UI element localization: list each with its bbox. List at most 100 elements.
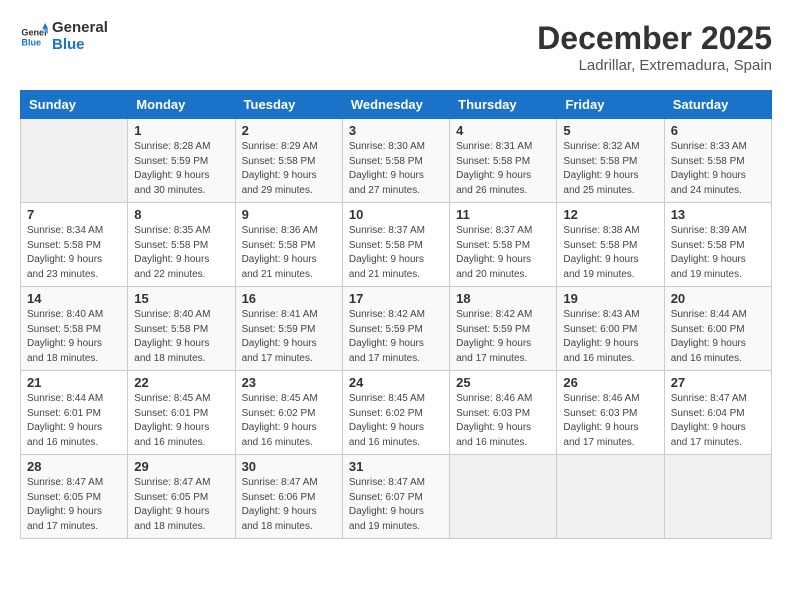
title-area: December 2025 Ladrillar, Extremadura, Sp…	[537, 20, 772, 74]
day-number: 31	[349, 459, 443, 474]
calendar-cell: 18 Sunrise: 8:42 AMSunset: 5:59 PMDayligh…	[450, 287, 557, 371]
calendar-week-row: 21Sunrise: 8:44 AMSunset: 6:01 PMDayligh…	[21, 371, 772, 455]
calendar-week-row: 1 Sunrise: 8:28 AMSunset: 5:59 PMDaylight…	[21, 119, 772, 203]
calendar-cell	[21, 119, 128, 203]
calendar-cell: 12 Sunrise: 8:38 AMSunset: 5:58 PMDayligh…	[557, 203, 664, 287]
calendar-cell: 6 Sunrise: 8:33 AMSunset: 5:58 PMDaylight…	[664, 119, 771, 203]
day-info: Sunrise: 8:37 AMSunset: 5:58 PMDaylight:…	[349, 224, 443, 282]
calendar-cell: 31 Sunrise: 8:47 AMSunset: 6:07 PMDayligh…	[342, 455, 449, 539]
day-info: Sunrise: 8:35 AMSunset: 5:58 PMDaylight:…	[134, 224, 228, 282]
day-number: 13	[671, 207, 765, 222]
day-number: 17	[349, 291, 443, 306]
day-number: 28	[27, 459, 121, 474]
day-info: Sunrise: 8:28 AMSunset: 5:59 PMDaylight:…	[134, 140, 228, 198]
day-info: Sunrise: 8:36 AMSunset: 5:58 PMDaylight:…	[242, 224, 336, 282]
calendar-cell: 27 Sunrise: 8:47 AMSunset: 6:04 PMDayligh…	[664, 371, 771, 455]
day-number: 29	[134, 459, 228, 474]
day-info: Sunrise: 8:46 AMSunset: 6:03 PMDaylight:…	[563, 392, 657, 450]
day-number: 4	[456, 123, 550, 138]
day-info: Sunrise: 8:31 AMSunset: 5:58 PMDaylight:…	[456, 140, 550, 198]
header-cell-sunday: Sunday	[21, 91, 128, 119]
calendar-cell: 9 Sunrise: 8:36 AMSunset: 5:58 PMDaylight…	[235, 203, 342, 287]
header-cell-monday: Monday	[128, 91, 235, 119]
location-title: Ladrillar, Extremadura, Spain	[537, 57, 772, 74]
day-info: Sunrise: 8:42 AMSunset: 5:59 PMDaylight:…	[349, 308, 443, 366]
day-number: 3	[349, 123, 443, 138]
day-info: Sunrise: 8:41 AMSunset: 5:59 PMDaylight:…	[242, 308, 336, 366]
month-title: December 2025	[537, 20, 772, 57]
day-number: 7	[27, 207, 121, 222]
day-info: Sunrise: 8:40 AMSunset: 5:58 PMDaylight:…	[134, 308, 228, 366]
day-number: 12	[563, 207, 657, 222]
calendar-cell: 1 Sunrise: 8:28 AMSunset: 5:59 PMDaylight…	[128, 119, 235, 203]
day-number: 15	[134, 291, 228, 306]
day-number: 19	[563, 291, 657, 306]
calendar-body: 1 Sunrise: 8:28 AMSunset: 5:59 PMDaylight…	[21, 119, 772, 539]
calendar-week-row: 7 Sunrise: 8:34 AMSunset: 5:58 PMDaylight…	[21, 203, 772, 287]
calendar-cell: 13 Sunrise: 8:39 AMSunset: 5:58 PMDayligh…	[664, 203, 771, 287]
day-info: Sunrise: 8:47 AMSunset: 6:06 PMDaylight:…	[242, 476, 336, 534]
day-number: 9	[242, 207, 336, 222]
calendar-cell	[664, 455, 771, 539]
day-number: 23	[242, 375, 336, 390]
day-info: Sunrise: 8:34 AMSunset: 5:58 PMDaylight:…	[27, 224, 121, 282]
day-number: 22	[134, 375, 228, 390]
logo-icon: General Blue	[20, 23, 48, 51]
day-number: 5	[563, 123, 657, 138]
svg-text:Blue: Blue	[21, 37, 41, 47]
calendar-week-row: 28 Sunrise: 8:47 AMSunset: 6:05 PMDayligh…	[21, 455, 772, 539]
header-cell-thursday: Thursday	[450, 91, 557, 119]
calendar-cell: 14 Sunrise: 8:40 AMSunset: 5:58 PMDayligh…	[21, 287, 128, 371]
calendar-table: SundayMondayTuesdayWednesdayThursdayFrid…	[20, 90, 772, 539]
calendar-cell: 17 Sunrise: 8:42 AMSunset: 5:59 PMDayligh…	[342, 287, 449, 371]
day-number: 1	[134, 123, 228, 138]
day-info: Sunrise: 8:45 AMSunset: 6:02 PMDaylight:…	[242, 392, 336, 450]
day-number: 18	[456, 291, 550, 306]
calendar-cell: 22 Sunrise: 8:45 AMSunset: 6:01 PMDayligh…	[128, 371, 235, 455]
day-info: Sunrise: 8:38 AMSunset: 5:58 PMDaylight:…	[563, 224, 657, 282]
calendar-cell: 7 Sunrise: 8:34 AMSunset: 5:58 PMDaylight…	[21, 203, 128, 287]
day-number: 30	[242, 459, 336, 474]
day-number: 20	[671, 291, 765, 306]
day-info: Sunrise: 8:47 AMSunset: 6:05 PMDaylight:…	[27, 476, 121, 534]
day-number: 11	[456, 207, 550, 222]
day-info: Sunrise: 8:42 AMSunset: 5:59 PMDaylight:…	[456, 308, 550, 366]
calendar-cell: 16 Sunrise: 8:41 AMSunset: 5:59 PMDayligh…	[235, 287, 342, 371]
day-info: Sunrise: 8:29 AMSunset: 5:58 PMDaylight:…	[242, 140, 336, 198]
day-info: Sunrise: 8:39 AMSunset: 5:58 PMDaylight:…	[671, 224, 765, 282]
day-info: Sunrise: 8:37 AMSunset: 5:58 PMDaylight:…	[456, 224, 550, 282]
header-cell-tuesday: Tuesday	[235, 91, 342, 119]
day-info: Sunrise: 8:47 AMSunset: 6:05 PMDaylight:…	[134, 476, 228, 534]
calendar-cell: 11 Sunrise: 8:37 AMSunset: 5:58 PMDayligh…	[450, 203, 557, 287]
header: General Blue General Blue December 2025 …	[20, 20, 772, 74]
day-number: 8	[134, 207, 228, 222]
calendar-cell: 28 Sunrise: 8:47 AMSunset: 6:05 PMDayligh…	[21, 455, 128, 539]
logo-line1: General	[52, 20, 108, 37]
day-number: 2	[242, 123, 336, 138]
day-number: 21	[27, 375, 121, 390]
day-info: Sunrise: 8:32 AMSunset: 5:58 PMDaylight:…	[563, 140, 657, 198]
calendar-cell: 30 Sunrise: 8:47 AMSunset: 6:06 PMDayligh…	[235, 455, 342, 539]
calendar-header-row: SundayMondayTuesdayWednesdayThursdayFrid…	[21, 91, 772, 119]
calendar-cell: 2 Sunrise: 8:29 AMSunset: 5:58 PMDaylight…	[235, 119, 342, 203]
day-info: Sunrise: 8:45 AMSunset: 6:02 PMDaylight:…	[349, 392, 443, 450]
calendar-cell: 20Sunrise: 8:44 AMSunset: 6:00 PMDayligh…	[664, 287, 771, 371]
calendar-cell: 15 Sunrise: 8:40 AMSunset: 5:58 PMDayligh…	[128, 287, 235, 371]
day-number: 24	[349, 375, 443, 390]
day-number: 6	[671, 123, 765, 138]
day-number: 27	[671, 375, 765, 390]
calendar-cell	[557, 455, 664, 539]
day-number: 14	[27, 291, 121, 306]
day-info: Sunrise: 8:47 AMSunset: 6:07 PMDaylight:…	[349, 476, 443, 534]
day-info: Sunrise: 8:30 AMSunset: 5:58 PMDaylight:…	[349, 140, 443, 198]
day-info: Sunrise: 8:45 AMSunset: 6:01 PMDaylight:…	[134, 392, 228, 450]
day-info: Sunrise: 8:47 AMSunset: 6:04 PMDaylight:…	[671, 392, 765, 450]
day-info: Sunrise: 8:43 AMSunset: 6:00 PMDaylight:…	[563, 308, 657, 366]
day-number: 25	[456, 375, 550, 390]
day-number: 10	[349, 207, 443, 222]
day-number: 16	[242, 291, 336, 306]
day-info: Sunrise: 8:33 AMSunset: 5:58 PMDaylight:…	[671, 140, 765, 198]
day-info: Sunrise: 8:40 AMSunset: 5:58 PMDaylight:…	[27, 308, 121, 366]
calendar-cell: 25Sunrise: 8:46 AMSunset: 6:03 PMDayligh…	[450, 371, 557, 455]
logo: General Blue General Blue	[20, 20, 108, 53]
